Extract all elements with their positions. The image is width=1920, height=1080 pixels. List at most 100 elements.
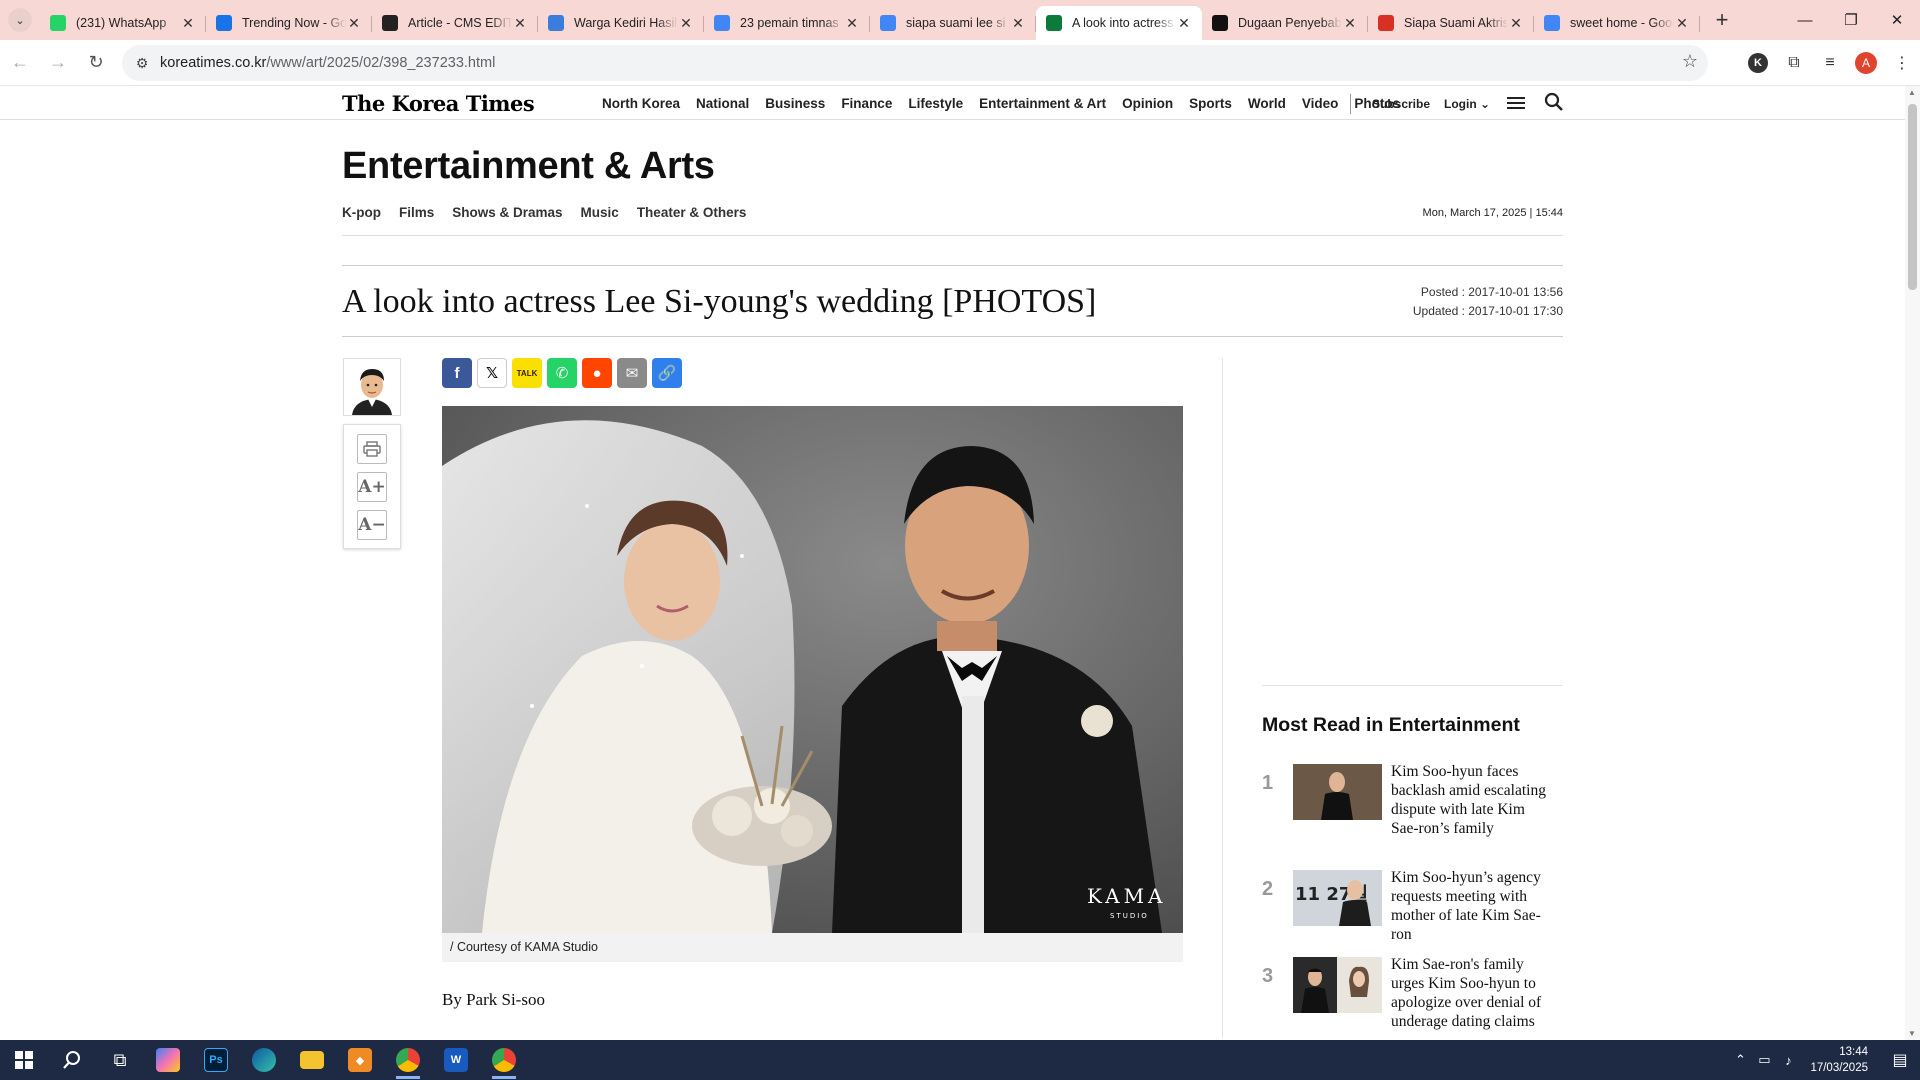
extension-k-icon[interactable]: K — [1748, 53, 1768, 73]
font-decrease-button[interactable]: A− — [357, 510, 387, 540]
taskbar-clock[interactable]: 13:44 17/03/2025 — [1810, 1044, 1868, 1076]
back-button[interactable]: ← — [2, 45, 38, 81]
page-scrollbar[interactable]: ▲ ▼ — [1905, 86, 1920, 1040]
forward-button[interactable]: → — [40, 45, 76, 81]
tab-search-button[interactable]: ⌄ — [0, 0, 40, 40]
nav-item[interactable]: World — [1248, 96, 1286, 111]
app-orange-button[interactable]: ◆ — [336, 1040, 384, 1080]
reddit-share-button[interactable]: ● — [582, 358, 612, 388]
login-dropdown[interactable]: Login ⌄ — [1444, 97, 1490, 111]
browser-tab[interactable]: Warga Kediri Hasilka✕ — [538, 6, 704, 40]
article-thumbnail[interactable]: 11 27일 — [1293, 870, 1382, 926]
minimize-button[interactable]: — — [1782, 0, 1828, 40]
nav-item[interactable]: National — [696, 96, 749, 111]
browser-tab[interactable]: Siapa Suami Aktris ✕ — [1368, 6, 1534, 40]
nav-item[interactable]: Business — [765, 96, 825, 111]
reload-button[interactable]: ↻ — [78, 45, 114, 81]
link-share-button[interactable]: 🔗 — [652, 358, 682, 388]
most-read-title-2[interactable]: Kim Soo-hyun’s agency requests meeting w… — [1391, 868, 1551, 944]
url-host: koreatimes.co.kr — [160, 55, 267, 71]
most-read-title-1[interactable]: Kim Soo-hyun faces backlash amid escalat… — [1391, 762, 1551, 838]
close-tab-icon[interactable]: ✕ — [1342, 15, 1358, 31]
subscribe-link[interactable]: Subscribe — [1372, 97, 1430, 111]
profile-avatar[interactable]: A — [1855, 52, 1877, 74]
word-button[interactable]: W — [432, 1040, 480, 1080]
close-tab-icon[interactable]: ✕ — [1176, 15, 1192, 31]
chevron-up-icon[interactable]: ⌃ — [1728, 1052, 1752, 1068]
copilot-button[interactable] — [144, 1040, 192, 1080]
browser-tab[interactable]: Dugaan Penyebab ✕ — [1202, 6, 1368, 40]
subnav-item[interactable]: Music — [581, 205, 619, 220]
subnav-item[interactable]: Shows & Dramas — [452, 205, 562, 220]
volume-icon[interactable]: ♪ — [1776, 1053, 1800, 1068]
bookmark-star-icon[interactable]: ☆ — [1682, 51, 1698, 72]
korea-times-logo[interactable]: The Korea Times — [342, 91, 535, 116]
hamburger-menu-icon[interactable] — [1507, 94, 1525, 110]
nav-item[interactable]: Video — [1302, 96, 1339, 111]
close-window-button[interactable]: ✕ — [1874, 0, 1920, 40]
chrome-button[interactable] — [384, 1040, 432, 1080]
browser-menu-icon[interactable]: ⋮ — [1884, 45, 1920, 81]
nav-item[interactable]: Lifestyle — [908, 96, 963, 111]
trending-icon — [216, 15, 232, 31]
nav-item[interactable]: Finance — [841, 96, 892, 111]
article-thumbnail[interactable] — [1293, 957, 1382, 1013]
task-view-button[interactable]: ⧉ — [96, 1040, 144, 1080]
font-increase-button[interactable]: A+ — [357, 472, 387, 502]
nav-item[interactable]: Entertainment & Art — [979, 96, 1106, 111]
nav-item[interactable]: Opinion — [1122, 96, 1173, 111]
browser-tab[interactable]: (231) WhatsApp ✕ — [40, 6, 206, 40]
close-tab-icon[interactable]: ✕ — [678, 15, 694, 31]
site-info-icon[interactable]: ⚙ — [128, 49, 156, 77]
nav-item[interactable]: Sports — [1189, 96, 1232, 111]
close-tab-icon[interactable]: ✕ — [1674, 15, 1690, 31]
photoshop-button[interactable]: Ps — [192, 1040, 240, 1080]
file-explorer-button[interactable] — [288, 1040, 336, 1080]
most-read-title-3[interactable]: Kim Sae-ron's family urges Kim Soo-hyun … — [1391, 955, 1551, 1031]
close-tab-icon[interactable]: ✕ — [180, 15, 196, 31]
scroll-down-arrow-icon[interactable]: ▼ — [1908, 1029, 1916, 1038]
facebook-share-button[interactable]: f — [442, 358, 472, 388]
browser-tab[interactable]: A look into actress ✕ — [1036, 6, 1202, 40]
restore-button[interactable]: ❐ — [1828, 0, 1874, 40]
divider — [1262, 685, 1563, 686]
email-share-button[interactable]: ✉ — [617, 358, 647, 388]
url-text[interactable]: koreatimes.co.kr/www/art/2025/02/398_237… — [160, 55, 495, 71]
watermark-text: KAMA — [1087, 884, 1167, 908]
close-tab-icon[interactable]: ✕ — [1508, 15, 1524, 31]
subnav-item[interactable]: Theater & Others — [637, 205, 747, 220]
author-avatar[interactable] — [343, 358, 401, 416]
scrollbar-thumb[interactable] — [1908, 104, 1917, 290]
nav-item[interactable]: North Korea — [602, 96, 680, 111]
notification-icon[interactable]: ▤ — [1880, 1040, 1920, 1080]
close-tab-icon[interactable]: ✕ — [1010, 15, 1026, 31]
subnav-item[interactable]: K-pop — [342, 205, 381, 220]
article-photo[interactable]: KAMA STUDIO — [442, 406, 1183, 933]
print-button[interactable] — [357, 434, 387, 464]
browser-tab[interactable]: Trending Now - Goo ✕ — [206, 6, 372, 40]
scroll-up-arrow-icon[interactable]: ▲ — [1908, 88, 1916, 97]
browser-tab[interactable]: siapa suami lee si y ✕ — [870, 6, 1036, 40]
browser-tab[interactable]: sweet home - Goog ✕ — [1534, 6, 1700, 40]
section-title[interactable]: Entertainment & Arts — [342, 145, 715, 188]
subnav-item[interactable]: Films — [399, 205, 434, 220]
network-icon[interactable]: ▭ — [1752, 1052, 1776, 1068]
new-tab-button[interactable]: + — [1704, 2, 1740, 38]
whatsapp-share-button[interactable]: ✆ — [547, 358, 577, 388]
kakaotalk-share-button[interactable]: TALK — [512, 358, 542, 388]
close-tab-icon[interactable]: ✕ — [844, 15, 860, 31]
chrome-profile-button[interactable] — [480, 1040, 528, 1080]
close-tab-icon[interactable]: ✕ — [512, 15, 528, 31]
windows-start-button[interactable] — [0, 1040, 48, 1080]
search-icon[interactable] — [1544, 92, 1564, 112]
edge-button[interactable] — [240, 1040, 288, 1080]
taskbar-search-button[interactable] — [48, 1040, 96, 1080]
close-tab-icon[interactable]: ✕ — [346, 15, 362, 31]
article-thumbnail[interactable] — [1293, 764, 1382, 820]
extensions-puzzle-icon[interactable]: ⧉ — [1776, 45, 1812, 81]
x-share-button[interactable]: 𝕏 — [477, 358, 507, 388]
browser-tab[interactable]: Article - CMS EDITO ✕ — [372, 6, 538, 40]
media-control-icon[interactable]: ≡ — [1812, 45, 1848, 81]
browser-tab[interactable]: 23 pemain timnas ✕ — [704, 6, 870, 40]
address-bar[interactable]: ⚙ koreatimes.co.kr/www/art/2025/02/398_2… — [122, 45, 1708, 81]
